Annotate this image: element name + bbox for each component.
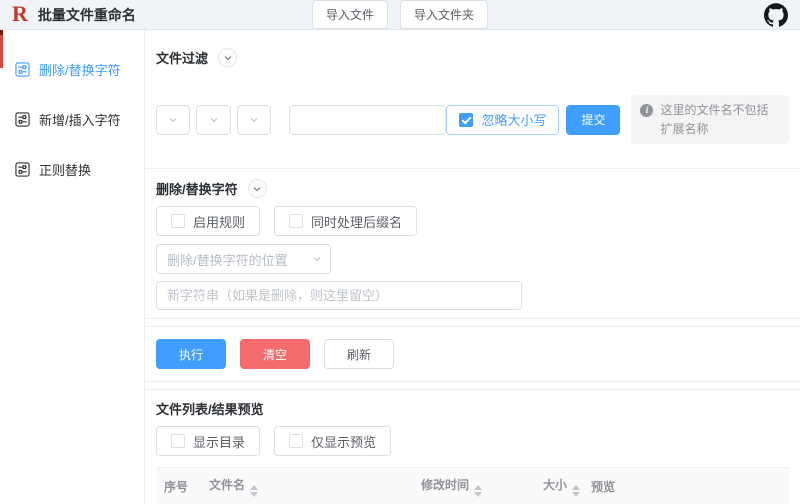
sidebar-item-label: 新增/插入字符	[39, 112, 121, 128]
show-directory-checkbox[interactable]: 显示目录	[156, 426, 261, 457]
position-select[interactable]: 删除/替换字符的位置	[156, 244, 331, 275]
info-icon: i	[640, 104, 654, 117]
slider-settings-icon	[15, 111, 30, 127]
column-header-modified-time[interactable]: 修改时间	[413, 467, 535, 504]
submit-button[interactable]: 提交	[566, 104, 621, 135]
slider-settings-icon	[15, 61, 30, 77]
file-filter-title: 文件过滤	[156, 51, 209, 66]
import-file-button[interactable]: 导入文件	[311, 0, 388, 29]
collapse-toggle[interactable]	[218, 48, 238, 67]
main-content: 文件过滤 忽略大小写 提交 i 这里的文件名不包括扩展名称 删除/替换字符 启用…	[145, 30, 800, 504]
show-directory-label: 显示目录	[193, 434, 246, 450]
file-list-title: 文件列表/结果预览	[156, 402, 264, 418]
chevron-down-icon	[253, 186, 261, 191]
github-icon[interactable]	[764, 2, 788, 27]
preview-only-label: 仅显示预览	[311, 434, 377, 450]
ignore-case-checkbox[interactable]: 忽略大小写	[446, 104, 560, 135]
actions-bar: 执行 清空 刷新	[145, 326, 800, 383]
column-header-preview: 预览	[583, 467, 789, 504]
chevron-down-icon	[313, 257, 321, 262]
sidebar-item-delete-replace[interactable]: 删除/替换字符	[0, 44, 144, 94]
filter-select-3[interactable]	[236, 104, 272, 135]
new-string-input[interactable]	[156, 281, 522, 311]
column-header-size[interactable]: 大小	[535, 467, 583, 504]
position-select-placeholder: 删除/替换字符的位置	[167, 252, 288, 268]
sidebar-item-label: 删除/替换字符	[39, 62, 121, 78]
file-filter-section: 文件过滤 忽略大小写 提交 i 这里的文件名不包括扩展名称	[145, 30, 800, 170]
chevron-down-icon	[250, 117, 258, 122]
filter-select-1[interactable]	[156, 104, 191, 135]
preview-only-checkbox[interactable]: 仅显示预览	[274, 426, 392, 457]
filter-hint: i 这里的文件名不包括扩展名称	[631, 95, 789, 145]
filter-select-2[interactable]	[196, 104, 231, 135]
ignore-case-label: 忽略大小写	[481, 113, 547, 129]
chevron-down-icon	[210, 117, 218, 122]
enable-rule-label: 启用规则	[193, 214, 246, 230]
active-item-indicator	[0, 30, 3, 68]
checkbox-checked-icon	[459, 112, 474, 127]
run-button[interactable]: 执行	[156, 339, 227, 370]
delete-replace-title: 删除/替换字符	[156, 182, 238, 198]
sidebar-item-label: 正则替换	[39, 162, 92, 178]
sort-carets-icon[interactable]	[250, 485, 259, 498]
checkbox-unchecked-icon	[289, 214, 304, 229]
process-extension-checkbox[interactable]: 同时处理后缀名	[274, 206, 418, 237]
collapse-toggle[interactable]	[247, 179, 267, 199]
checkbox-unchecked-icon	[171, 214, 185, 229]
sidebar: 删除/替换字符 新增/插入字符 正则替换	[0, 30, 145, 503]
enable-rule-checkbox[interactable]: 启用规则	[156, 206, 261, 237]
filter-keyword-input[interactable]	[289, 104, 447, 135]
sort-carets-icon[interactable]	[474, 485, 483, 498]
column-header-filename[interactable]: 文件名	[201, 467, 413, 504]
app-logo: R	[12, 0, 28, 26]
chevron-down-icon	[169, 117, 177, 122]
process-extension-label: 同时处理后缀名	[311, 214, 403, 230]
clear-button[interactable]: 清空	[240, 339, 311, 370]
slider-settings-icon	[15, 161, 30, 177]
checkbox-unchecked-icon	[171, 434, 185, 449]
column-header-index: 序号	[156, 467, 201, 504]
chevron-down-icon	[224, 55, 231, 60]
refresh-button[interactable]: 刷新	[324, 339, 395, 370]
delete-replace-section: 删除/替换字符 启用规则 同时处理后缀名 删除/替换字符的位置	[145, 169, 800, 320]
filter-hint-text: 这里的文件名不包括扩展名称	[660, 103, 769, 136]
app-header: R 批量文件重命名 导入文件 导入文件夹	[0, 0, 800, 30]
sort-carets-icon[interactable]	[572, 485, 581, 498]
header-actions: 导入文件 导入文件夹	[311, 0, 489, 29]
page-title: 批量文件重命名	[37, 6, 136, 23]
sidebar-item-add-insert[interactable]: 新增/插入字符	[0, 94, 144, 144]
file-table: 序号 文件名 修改时间 大小 预览 尚未加载任何文件	[156, 467, 789, 504]
file-list-section: 文件列表/结果预览 显示目录 仅显示预览 序号 文件名 修改时间 大小 预览	[145, 389, 800, 504]
sidebar-item-regex-replace[interactable]: 正则替换	[0, 144, 144, 194]
import-folder-button[interactable]: 导入文件夹	[400, 0, 489, 29]
table-header-row: 序号 文件名 修改时间 大小 预览	[156, 467, 789, 504]
checkbox-unchecked-icon	[289, 434, 304, 449]
